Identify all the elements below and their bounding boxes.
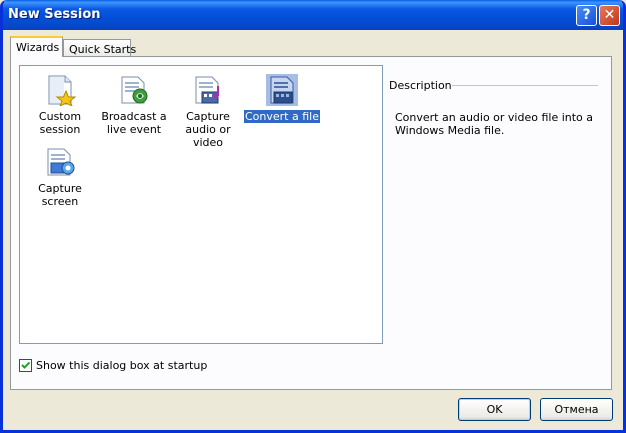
close-icon: ✕: [603, 7, 616, 23]
capture-screen-icon: [47, 148, 75, 176]
title-bar[interactable]: New Session ? ✕: [3, 0, 623, 30]
ok-button[interactable]: OK: [458, 398, 531, 421]
wizard-item-custom-session[interactable]: Custom session: [22, 74, 98, 136]
description-heading: Description: [389, 79, 452, 92]
help-button[interactable]: ?: [576, 5, 597, 26]
wizard-item-capture-screen[interactable]: Capture screen: [22, 146, 98, 208]
close-button[interactable]: ✕: [599, 5, 620, 26]
description-text: Convert an audio or video file into a Wi…: [395, 111, 594, 137]
broadcast-icon: [121, 76, 148, 104]
wizard-item-broadcast[interactable]: Broadcast a live event: [96, 74, 172, 136]
wizard-item-capture-av[interactable]: Capture audio or video: [170, 74, 246, 149]
help-icon: ?: [582, 7, 591, 23]
checkmark-icon: [21, 361, 30, 369]
wizard-item-convert-file[interactable]: Convert a file: [244, 74, 320, 123]
wizard-label: Capture audio or video: [185, 110, 231, 149]
wizard-label: Convert a file: [244, 110, 320, 123]
tab-wizards[interactable]: Wizards: [10, 36, 63, 57]
capture-av-icon: [195, 76, 219, 104]
startup-checkbox[interactable]: [19, 359, 32, 372]
cancel-button[interactable]: Отмена: [540, 398, 613, 421]
tab-quick-starts[interactable]: Quick Starts: [63, 39, 136, 56]
convert-file-icon: [266, 74, 298, 106]
description-divider: [452, 85, 598, 86]
wizard-label: Custom session: [38, 110, 82, 136]
wizard-label: Capture screen: [38, 182, 82, 208]
startup-label[interactable]: Show this dialog box at startup: [36, 359, 207, 372]
wizards-tab-panel: Custom session Broadcast a live event Ca…: [10, 56, 612, 390]
window-title: New Session: [8, 7, 101, 22]
wizard-list[interactable]: Custom session Broadcast a live event Ca…: [19, 65, 383, 344]
custom-session-icon: [48, 75, 76, 106]
wizard-label: Broadcast a live event: [101, 110, 167, 136]
